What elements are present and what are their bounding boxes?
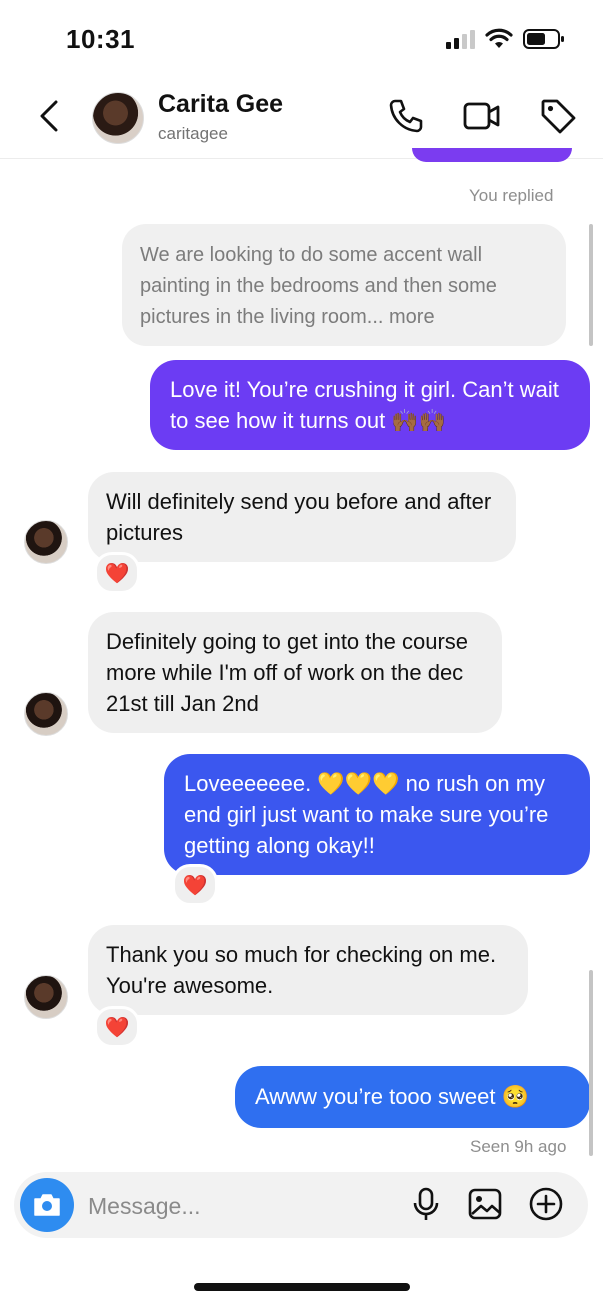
scrollbar-thumb[interactable] — [589, 970, 593, 1156]
seen-status: Seen 9h ago — [470, 1137, 567, 1156]
reply-preview-text: We are looking to do some accent wall pa… — [140, 244, 497, 328]
heart-reaction[interactable]: ❤️ — [94, 1006, 140, 1048]
message-input[interactable] — [86, 1186, 390, 1226]
contact-avatar-small[interactable] — [24, 520, 68, 564]
message-bubble-received[interactable]: Thank you so much for checking on me. Yo… — [88, 925, 528, 1015]
message-bubble-sent[interactable]: Loveeeeeee. 💛💛💛 no rush on my end girl j… — [164, 754, 590, 875]
phone-icon[interactable] — [386, 96, 426, 136]
microphone-icon[interactable] — [408, 1186, 444, 1222]
contact-handle: caritagee — [158, 124, 228, 143]
message-bubble-sent[interactable]: Love it! You’re crushing it girl. Can’t … — [150, 360, 590, 450]
contact-avatar-small[interactable] — [24, 975, 68, 1019]
video-icon[interactable] — [462, 96, 502, 136]
heart-reaction[interactable]: ❤️ — [94, 552, 140, 594]
plus-circle-icon[interactable] — [528, 1186, 564, 1222]
message-bubble-sent[interactable]: Awww you’re tooo sweet 🥺 — [235, 1066, 590, 1128]
you-replied-label: You replied — [469, 186, 554, 205]
contact-avatar[interactable] — [92, 92, 144, 144]
camera-button[interactable] — [20, 1178, 74, 1232]
previous-message-bubble[interactable] — [412, 148, 572, 162]
back-chevron-icon[interactable] — [34, 96, 64, 136]
battery-icon — [523, 29, 564, 49]
tag-icon[interactable] — [538, 96, 578, 136]
scrollbar-top[interactable] — [589, 224, 593, 346]
camera-icon — [34, 1194, 60, 1216]
cellular-signal-icon — [446, 29, 475, 49]
message-bubble-received[interactable]: Will definitely send you before and afte… — [88, 472, 516, 562]
heart-reaction[interactable]: ❤️ — [172, 864, 218, 906]
contact-name[interactable]: Carita Gee — [158, 90, 283, 119]
status-time: 10:31 — [66, 24, 135, 54]
wifi-icon — [485, 28, 513, 48]
gallery-icon[interactable] — [467, 1186, 503, 1222]
contact-avatar-small[interactable] — [24, 692, 68, 736]
home-indicator[interactable] — [194, 1283, 410, 1291]
message-bubble-received[interactable]: Definitely going to get into the course … — [88, 612, 502, 733]
status-icons — [446, 28, 565, 50]
